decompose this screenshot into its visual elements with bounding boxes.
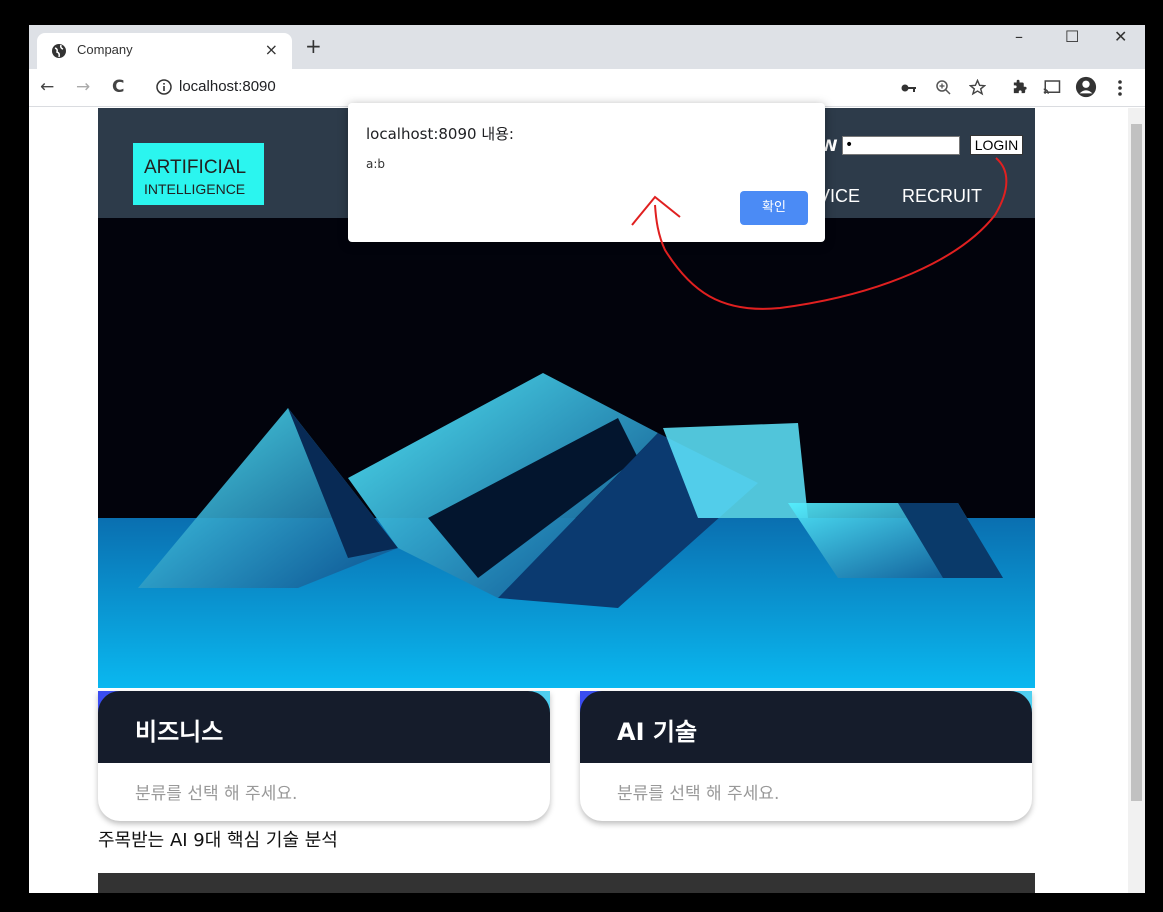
maximize-button[interactable]: ☐: [1065, 27, 1079, 46]
profile-icon[interactable]: [1075, 76, 1097, 98]
logo-line1: ARTIFICIAL: [144, 157, 247, 178]
card-header: 비즈니스: [98, 691, 550, 763]
card-subtitle: 분류를 선택 해 주세요.: [617, 784, 780, 804]
extensions-icon[interactable]: [1011, 79, 1028, 96]
logo-line2: INTELLIGENCE: [144, 181, 246, 197]
card-title: AI 기술: [617, 718, 698, 746]
info-icon[interactable]: [156, 79, 172, 95]
site-logo[interactable]: ARTIFICIAL INTELLIGENCE: [133, 143, 264, 205]
card-subtitle: 분류를 선택 해 주세요.: [135, 784, 298, 804]
article-caption[interactable]: 주목받는 AI 9대 핵심 기술 분석: [98, 826, 338, 852]
tab-company[interactable]: Company ×: [37, 33, 292, 69]
zoom-icon[interactable]: [935, 79, 951, 95]
password-input[interactable]: •: [842, 136, 960, 155]
globe-icon: [52, 44, 66, 58]
tab-bar: Company × + – ☐ ✕: [29, 25, 1145, 69]
forward-button[interactable]: →: [76, 77, 90, 97]
dialog-message: a:b: [366, 157, 386, 171]
category-card-business[interactable]: 비즈니스 분류를 선택 해 주세요.: [98, 691, 550, 821]
tab-title: Company: [77, 42, 133, 57]
dialog-ok-button[interactable]: 확인: [740, 191, 808, 225]
menu-icon[interactable]: [1118, 80, 1122, 96]
minimize-button[interactable]: –: [1015, 27, 1023, 46]
dialog-title: localhost:8090 내용:: [366, 125, 514, 143]
nav-item-recruit[interactable]: RECRUIT: [902, 186, 982, 207]
alert-dialog: localhost:8090 내용: a:b 확인: [348, 103, 825, 242]
close-window-button[interactable]: ✕: [1114, 27, 1127, 46]
back-button[interactable]: ←: [40, 77, 54, 97]
card-title: 비즈니스: [135, 718, 224, 746]
reload-button[interactable]: C: [112, 77, 124, 97]
prism-illustration: [98, 373, 1035, 688]
category-card-ai-tech[interactable]: AI 기술 분류를 선택 해 주세요.: [580, 691, 1032, 821]
tab-close-icon[interactable]: ×: [265, 40, 278, 59]
star-icon[interactable]: [969, 79, 986, 96]
scrollbar-thumb[interactable]: [1131, 124, 1142, 801]
browser-toolbar: ← → C localhost:8090: [29, 69, 1145, 107]
login-button[interactable]: LOGIN: [970, 135, 1023, 155]
cast-icon[interactable]: [1043, 79, 1061, 95]
new-tab-button[interactable]: +: [305, 36, 322, 56]
content-block: [98, 873, 1035, 893]
key-icon[interactable]: [901, 82, 917, 94]
hero-image: [98, 218, 1035, 688]
address-bar[interactable]: localhost:8090: [179, 78, 276, 95]
card-header: AI 기술: [580, 691, 1032, 763]
